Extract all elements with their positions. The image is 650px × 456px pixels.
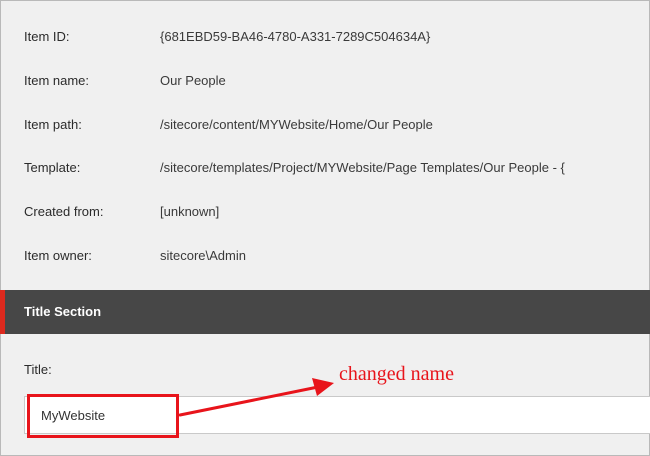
item-name-label: Item name:: [24, 73, 90, 88]
template-label: Template:: [24, 160, 81, 175]
info-row-created-from: Created from: [unknown]: [0, 202, 650, 222]
created-from-value: [unknown]: [160, 204, 220, 219]
item-path-label: Item path:: [24, 117, 82, 132]
section-accent-bar: [0, 290, 5, 334]
item-details-panel: [0, 0, 650, 456]
info-row-item-owner: Item owner: sitecore\Admin: [0, 246, 650, 266]
created-from-label: Created from:: [24, 204, 104, 219]
item-owner-label: Item owner:: [24, 248, 92, 263]
annotation-text: changed name: [339, 363, 454, 385]
item-name-value: Our People: [160, 73, 226, 88]
info-row-item-path: Item path: /sitecore/content/MYWebsite/H…: [0, 115, 650, 135]
item-path-value: /sitecore/content/MYWebsite/Home/Our Peo…: [160, 117, 433, 132]
info-row-template: Template: /sitecore/templates/Project/MY…: [0, 158, 650, 178]
title-section-header[interactable]: Title Section: [0, 290, 650, 334]
title-field-label: Title:: [24, 362, 52, 377]
info-row-item-name: Item name: Our People: [0, 71, 650, 91]
item-owner-value: sitecore\Admin: [160, 248, 246, 263]
info-row-item-id: Item ID: {681EBD59-BA46-4780-A331-7289C5…: [0, 27, 650, 47]
item-id-label: Item ID:: [24, 29, 70, 44]
template-value[interactable]: /sitecore/templates/Project/MYWebsite/Pa…: [160, 158, 565, 178]
item-id-value: {681EBD59-BA46-4780-A331-7289C504634A}: [160, 29, 431, 44]
annotation-highlight-box: [27, 394, 179, 438]
section-title: Title Section: [24, 304, 102, 319]
